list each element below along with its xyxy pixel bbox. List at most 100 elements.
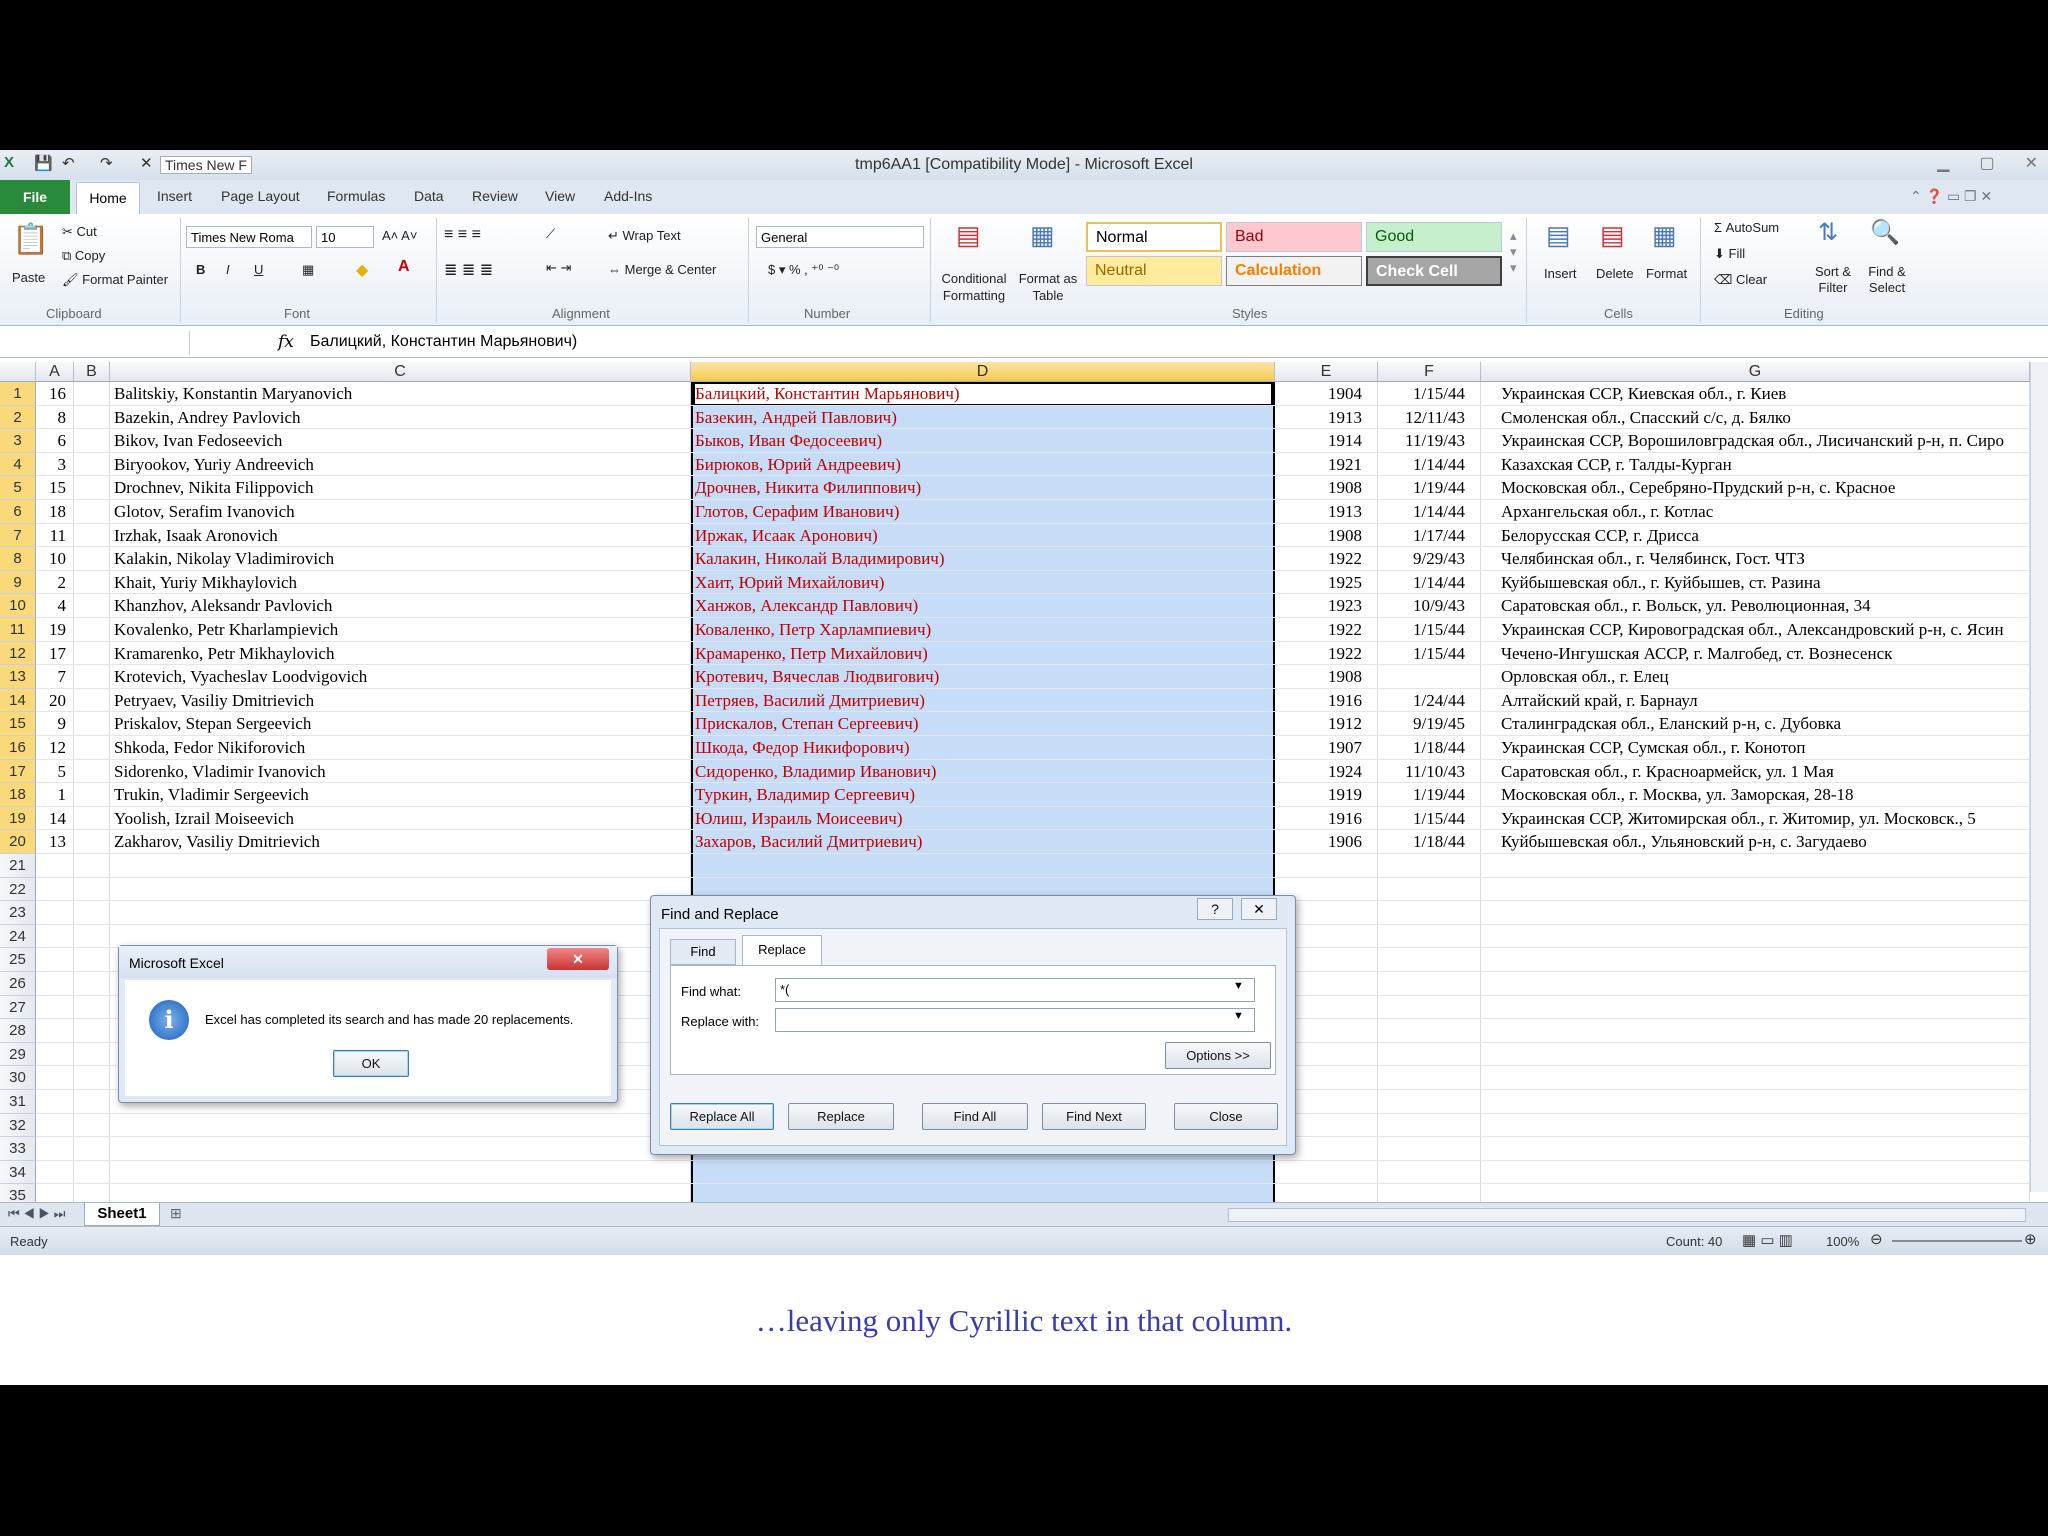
select-all-corner[interactable] [0, 362, 36, 382]
tab-review[interactable]: Review [472, 188, 518, 204]
cell-a[interactable]: 10 [40, 547, 66, 571]
cell-e[interactable]: 1914 [1279, 429, 1362, 453]
tab-replace[interactable]: Replace [742, 935, 822, 966]
conditional-formatting-button[interactable]: Conditional Formatting [936, 270, 1012, 304]
cell-e[interactable]: 1922 [1279, 642, 1362, 666]
cell-a[interactable]: 7 [40, 665, 67, 689]
cell-f[interactable]: 12/11/43 [1382, 406, 1465, 430]
name-box[interactable] [0, 331, 190, 355]
paste-icon[interactable]: 📋 [12, 222, 49, 257]
cell-e[interactable]: 1919 [1279, 783, 1362, 807]
new-sheet-icon[interactable]: ⊞ [170, 1205, 182, 1222]
copy-button[interactable]: ⧉ Copy [62, 248, 105, 264]
cell-e[interactable]: 1922 [1279, 618, 1362, 642]
horizontal-scrollbar[interactable] [1228, 1208, 2026, 1222]
delete-cells-button[interactable]: Delete [1596, 266, 1634, 281]
cell-g[interactable]: Сталинградская обл., Еланский р-н, с. Ду… [1501, 712, 2030, 736]
message-box-close-icon[interactable]: ✕ [547, 948, 609, 970]
cell-f[interactable]: 1/14/44 [1382, 500, 1465, 524]
row-header[interactable]: 16 [0, 736, 36, 760]
sheet-tab[interactable]: Sheet1 [84, 1203, 160, 1226]
row-header[interactable]: 13 [0, 665, 36, 689]
row-header[interactable]: 17 [0, 759, 36, 784]
cell-e[interactable]: 1916 [1279, 689, 1362, 713]
tab-add-ins[interactable]: Add-Ins [604, 188, 652, 204]
cell-a[interactable]: 6 [40, 429, 67, 453]
row-header[interactable]: 11 [0, 618, 36, 642]
grow-font-icon[interactable]: A˄ A˅ [382, 228, 417, 243]
insert-cells-button[interactable]: Insert [1544, 266, 1577, 281]
column-header-a[interactable]: A [36, 362, 74, 382]
font-color-icon[interactable]: A [398, 258, 410, 276]
minimize-icon[interactable]: ▁ [1937, 153, 1949, 173]
cell-d[interactable]: Шкода, Федор Никифорович) [695, 736, 1271, 760]
column-header-e[interactable]: E [1275, 362, 1378, 382]
cell-g[interactable]: Украинская ССР, Сумская обл., г. Конотоп [1501, 736, 2030, 760]
cell-a[interactable]: 20 [40, 689, 66, 713]
sheet-nav-icon[interactable]: ⏮ ◀ ▶ ⏭ [8, 1206, 65, 1222]
sort-filter-icon[interactable]: ⇅ [1818, 218, 1838, 247]
cell-e[interactable]: 1913 [1279, 500, 1362, 524]
zoom-in-icon[interactable]: ⊕ [2024, 1230, 2037, 1248]
zoom-out-icon[interactable]: ⊖ [1870, 1230, 1883, 1248]
clear-button[interactable]: ⌫ Clear [1714, 272, 1767, 288]
help-icon[interactable]: ? [1197, 898, 1233, 920]
cell-f[interactable]: 10/9/43 [1382, 594, 1465, 618]
cell-f[interactable]: 1/15/44 [1382, 642, 1465, 666]
row-header[interactable]: 24 [0, 924, 36, 949]
cell-e[interactable]: 1924 [1279, 760, 1362, 784]
column-header-d[interactable]: D [691, 362, 1275, 382]
tab-page-layout[interactable]: Page Layout [221, 188, 300, 204]
cell-d[interactable]: Калакин, Николай Владимирович) [695, 547, 1271, 571]
cell-a[interactable]: 8 [40, 406, 67, 430]
cell-f[interactable]: 1/18/44 [1382, 736, 1465, 760]
format-painter-button[interactable]: 🖌 Format Painter [62, 272, 168, 288]
cell-e[interactable]: 1923 [1279, 594, 1362, 618]
cell-g[interactable]: Украинская ССР, Киевская обл., г. Киев [1501, 382, 2030, 406]
row-header[interactable]: 18 [0, 783, 36, 807]
cell-a[interactable]: 17 [40, 642, 66, 666]
cell-f[interactable]: 1/15/44 [1382, 382, 1465, 406]
currency-icon[interactable]: $ ▾ % , ⁺⁰ ⁻⁰ [768, 262, 839, 278]
cell-e[interactable]: 1913 [1279, 406, 1362, 430]
cell-e[interactable]: 1908 [1279, 476, 1362, 500]
cell-g[interactable]: Чечено-Ингушская АССР, г. Малгобед, ст. … [1501, 642, 2030, 666]
row-header[interactable]: 27 [0, 995, 36, 1020]
column-header-f[interactable]: F [1378, 362, 1481, 382]
borders-icon[interactable]: ▦ [302, 262, 314, 278]
row-header[interactable]: 19 [0, 806, 36, 831]
row-header[interactable]: 23 [0, 901, 36, 925]
align-top-icon[interactable]: ≡ ≡ ≡ [444, 226, 481, 244]
row-header[interactable]: 25 [0, 948, 36, 972]
find-select-button[interactable]: Find & Select [1862, 264, 1912, 296]
cell-f[interactable] [1382, 665, 1465, 689]
cell-d[interactable]: Петряев, Василий Дмитриевич) [695, 689, 1271, 713]
cell-d[interactable]: Быков, Иван Федосеевич) [695, 429, 1271, 453]
indent-icon[interactable]: ⇤ ⇥ [546, 260, 571, 276]
format-table-button[interactable]: Format as Table [1016, 270, 1080, 304]
cell-g[interactable]: Алтайский край, г. Барнаул [1501, 689, 2030, 713]
cell-a[interactable]: 3 [40, 453, 67, 477]
cell-f[interactable]: 1/15/44 [1382, 618, 1465, 642]
row-header[interactable]: 22 [0, 877, 36, 902]
cell-a[interactable]: 5 [40, 760, 67, 784]
cell-e[interactable]: 1912 [1279, 712, 1362, 736]
cell-c[interactable]: Irzhak, Isaak Aronovich [114, 524, 687, 548]
replace-with-input[interactable] [775, 1008, 1255, 1032]
vertical-scrollbar[interactable] [2030, 362, 2048, 1192]
find-all-button[interactable]: Find All [922, 1103, 1028, 1130]
autosum-button[interactable]: Σ AutoSum [1714, 220, 1779, 235]
align-left-icon[interactable]: ≣ ≣ ≣ [444, 260, 493, 280]
format-table-icon[interactable]: ▦ [1030, 220, 1055, 251]
row-header[interactable]: 33 [0, 1137, 36, 1161]
cell-d[interactable]: Базекин, Андрей Павлович) [695, 406, 1271, 430]
cell-g[interactable]: Украинская ССР, Кировоградская обл., Але… [1501, 618, 2030, 642]
cell-g[interactable]: Смоленская обл., Спасский с/с, д. Бялко [1501, 406, 2030, 430]
bold-icon[interactable]: B [196, 262, 205, 277]
cell-e[interactable]: 1904 [1279, 382, 1362, 406]
cell-c[interactable]: Balitskiy, Konstantin Maryanovich [114, 382, 687, 406]
replace-button[interactable]: Replace [788, 1103, 894, 1130]
tab-file[interactable]: File [0, 180, 70, 214]
style-neutral[interactable]: Neutral [1086, 256, 1222, 286]
cell-e[interactable]: 1908 [1279, 524, 1362, 548]
